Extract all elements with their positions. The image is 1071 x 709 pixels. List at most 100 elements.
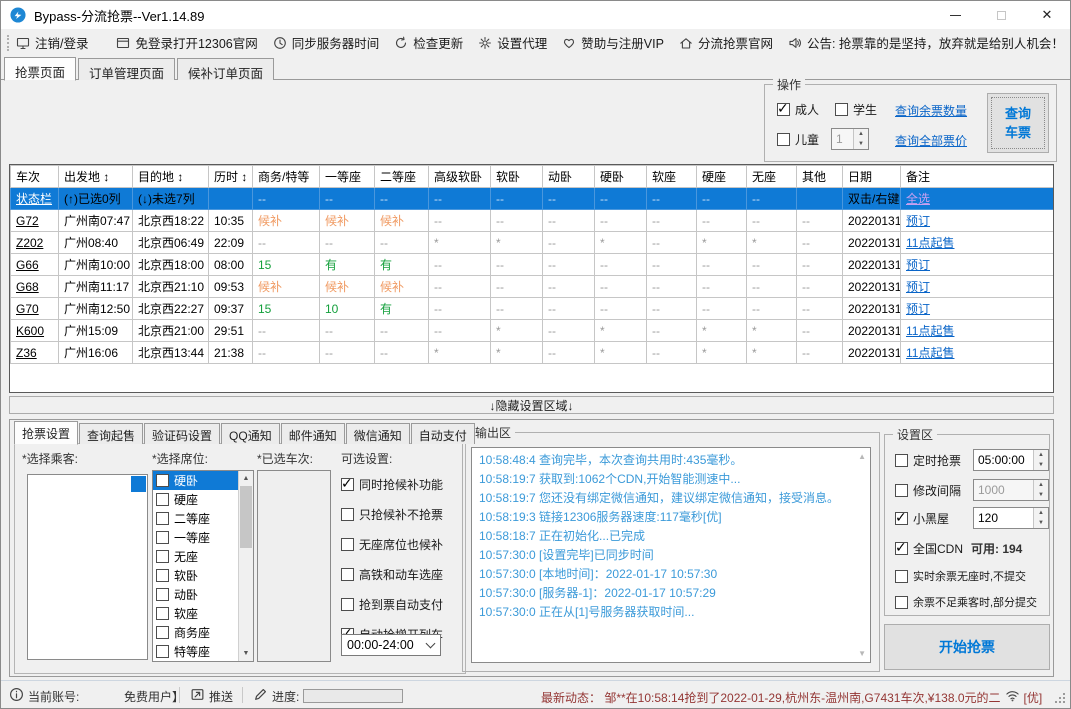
start-grabbing-button[interactable]: 开始抢票 xyxy=(884,624,1050,670)
seat-item-7[interactable]: 动卧 xyxy=(153,585,238,604)
train-link[interactable]: K600 xyxy=(16,324,44,338)
seat-item-1[interactable]: 硬卧 xyxy=(153,471,238,490)
option-checkbox-1[interactable]: 同时抢候补功能 xyxy=(341,475,443,493)
checkbox-box[interactable] xyxy=(895,569,908,583)
select-all-link[interactable]: 全选 xyxy=(906,192,930,206)
column-header[interactable]: 无座 xyxy=(746,165,797,188)
output-log[interactable]: 10:58:48:4 查询完毕，本次查询共用时:435毫秒。 10:58:19:7… xyxy=(471,447,871,663)
spin-down-icon[interactable]: ▼ xyxy=(854,139,868,149)
column-header[interactable]: 软座 xyxy=(646,165,697,188)
setting-checkbox[interactable]: 小黑屋 xyxy=(895,509,949,527)
spin-arrows[interactable]: ▲ ▼ xyxy=(1033,480,1048,500)
train-link[interactable]: G66 xyxy=(16,258,39,272)
column-header[interactable]: 历时 ↕ xyxy=(208,165,253,188)
note-link[interactable]: 11点起售 xyxy=(906,236,954,250)
main-tab-3[interactable]: 候补订单页面 xyxy=(177,58,275,81)
checkbox-box[interactable] xyxy=(895,509,908,526)
column-header[interactable]: 日期 xyxy=(842,165,901,188)
column-header[interactable]: 一等座 xyxy=(319,165,375,188)
cdn-checkbox[interactable]: 全国CDN xyxy=(895,539,963,557)
passenger-listbox[interactable] xyxy=(27,474,148,660)
checkbox-box[interactable] xyxy=(156,645,169,658)
settings-tab-7[interactable]: 自动支付 xyxy=(410,423,475,444)
setting-spinner[interactable]: 05:00:00 ▲ ▼ xyxy=(973,449,1049,471)
option-checkbox-3[interactable]: 无座席位也候补 xyxy=(341,536,443,553)
column-header[interactable]: 硬座 xyxy=(696,165,747,188)
column-header[interactable]: 备注 xyxy=(900,165,1053,188)
column-header[interactable]: 其他 xyxy=(796,165,843,188)
table-status-row[interactable]: 状态栏 (↑)已选0列 (↓)未选7列 -- -- -- -- -- -- -- -- -- -- 双击/… xyxy=(10,187,1053,210)
checkbox-box[interactable] xyxy=(835,103,848,116)
selected-trains-listbox[interactable] xyxy=(257,470,331,662)
scroll-up-icon[interactable]: ▲ xyxy=(858,452,866,461)
status-bar-link[interactable]: 状态栏 xyxy=(16,192,52,206)
spin-up-icon[interactable]: ▲ xyxy=(1034,508,1048,518)
checkbox-box[interactable] xyxy=(341,475,354,492)
column-header[interactable]: 硬卧 xyxy=(594,165,647,188)
adult-checkbox[interactable]: 成人 xyxy=(777,100,819,118)
setting-spinner[interactable]: 1000 ▲ ▼ xyxy=(973,479,1049,501)
setting-checkbox[interactable]: 定时抢票 xyxy=(895,452,961,469)
spin-arrows[interactable]: ▲ ▼ xyxy=(853,129,868,149)
column-header[interactable]: 动卧 xyxy=(542,165,595,188)
spin-down-icon[interactable]: ▼ xyxy=(1034,518,1048,528)
option-checkbox-4[interactable]: 高铁和动车选座 xyxy=(341,566,443,583)
checkbox-box[interactable] xyxy=(156,607,169,620)
seat-item-3[interactable]: 二等座 xyxy=(153,509,238,528)
checkbox-box[interactable] xyxy=(895,453,908,467)
checkbox-box[interactable] xyxy=(156,474,169,487)
student-checkbox[interactable]: 学生 xyxy=(835,101,877,118)
note-link[interactable]: 预订 xyxy=(906,280,930,294)
checkbox-box[interactable] xyxy=(895,539,908,556)
checkbox-box[interactable] xyxy=(156,531,169,544)
checkbox-box[interactable] xyxy=(777,100,790,117)
toolbar-item-7[interactable]: 分流抢票官网 xyxy=(679,33,773,52)
checkbox-box[interactable] xyxy=(156,569,169,582)
table-row-G72[interactable]: G72 广州南07:47 北京西18:22 10:35 候补 候补 候补 -- -- -- -- --… xyxy=(10,209,1053,232)
seat-item-10[interactable]: 特等座 xyxy=(153,642,238,661)
checkbox-box[interactable] xyxy=(895,595,908,609)
toolbar-item-3[interactable]: 同步服务器时间 xyxy=(273,33,379,52)
note-link[interactable]: 11点起售 xyxy=(906,346,954,360)
checkbox-box[interactable] xyxy=(341,598,354,611)
settings-tab-4[interactable]: QQ通知 xyxy=(221,423,280,444)
seat-item-6[interactable]: 软卧 xyxy=(153,566,238,585)
main-tab-1[interactable]: 抢票页面 xyxy=(4,57,77,81)
maximize-button[interactable] xyxy=(978,1,1024,29)
extra-checkbox[interactable]: 实时余票无座时,不提交 xyxy=(895,568,1026,584)
child-count-spinner[interactable]: 1 ▲ ▼ xyxy=(831,128,869,150)
scroll-down-icon[interactable]: ▼ xyxy=(858,649,866,658)
settings-tab-2[interactable]: 查询起售 xyxy=(79,423,144,444)
main-tab-2[interactable]: 订单管理页面 xyxy=(78,58,176,81)
scroll-up-icon[interactable]: ▲ xyxy=(239,471,253,486)
train-link[interactable]: Z36 xyxy=(16,346,37,360)
toolbar-item-2[interactable]: 免登录打开12306官网 xyxy=(116,33,258,52)
scroll-thumb[interactable] xyxy=(240,486,252,548)
resize-grip[interactable] xyxy=(1063,701,1065,703)
setting-spinner[interactable]: 120 ▲ ▼ xyxy=(973,507,1049,529)
query-remaining-tickets-link[interactable]: 查询余票数量 xyxy=(895,102,967,119)
seat-listbox[interactable]: 硬卧 硬座 二等座 一等座 无座 软卧 动卧 软座 商务座 特等座 ▲ ▼ xyxy=(152,470,254,662)
checkbox-box[interactable] xyxy=(156,493,169,506)
train-link[interactable]: Z202 xyxy=(16,236,43,250)
column-header[interactable]: 高级软卧 xyxy=(428,165,491,188)
train-link[interactable]: G70 xyxy=(16,302,39,316)
scroll-down-icon[interactable]: ▼ xyxy=(239,646,253,661)
column-header[interactable]: 出发地 ↕ xyxy=(58,165,133,188)
column-header[interactable]: 软卧 xyxy=(490,165,543,188)
column-header[interactable]: 二等座 xyxy=(374,165,429,188)
checkbox-box[interactable] xyxy=(341,538,354,551)
spin-up-icon[interactable]: ▲ xyxy=(854,129,868,139)
spin-down-icon[interactable]: ▼ xyxy=(1034,460,1048,470)
checkbox-box[interactable] xyxy=(341,508,354,521)
toolbar-item-6[interactable]: 赞助与注册VIP xyxy=(562,33,664,52)
table-row-G68[interactable]: G68 广州南11:17 北京西21:10 09:53 候补 候补 候补 -- -- -- -- --… xyxy=(10,275,1053,298)
spin-arrows[interactable]: ▲ ▼ xyxy=(1033,508,1048,528)
checkbox-box[interactable] xyxy=(341,568,354,581)
column-header[interactable]: 目的地 ↕ xyxy=(132,165,209,188)
note-link[interactable]: 11点起售 xyxy=(906,324,954,338)
query-tickets-button[interactable]: 查询 车票 xyxy=(987,93,1049,153)
train-link[interactable]: G68 xyxy=(16,280,39,294)
table-row-G66[interactable]: G66 广州南10:00 北京西18:00 08:00 15 有有 -- -- -- -- -- --… xyxy=(10,253,1053,276)
column-header[interactable]: 商务/特等 xyxy=(252,165,320,188)
